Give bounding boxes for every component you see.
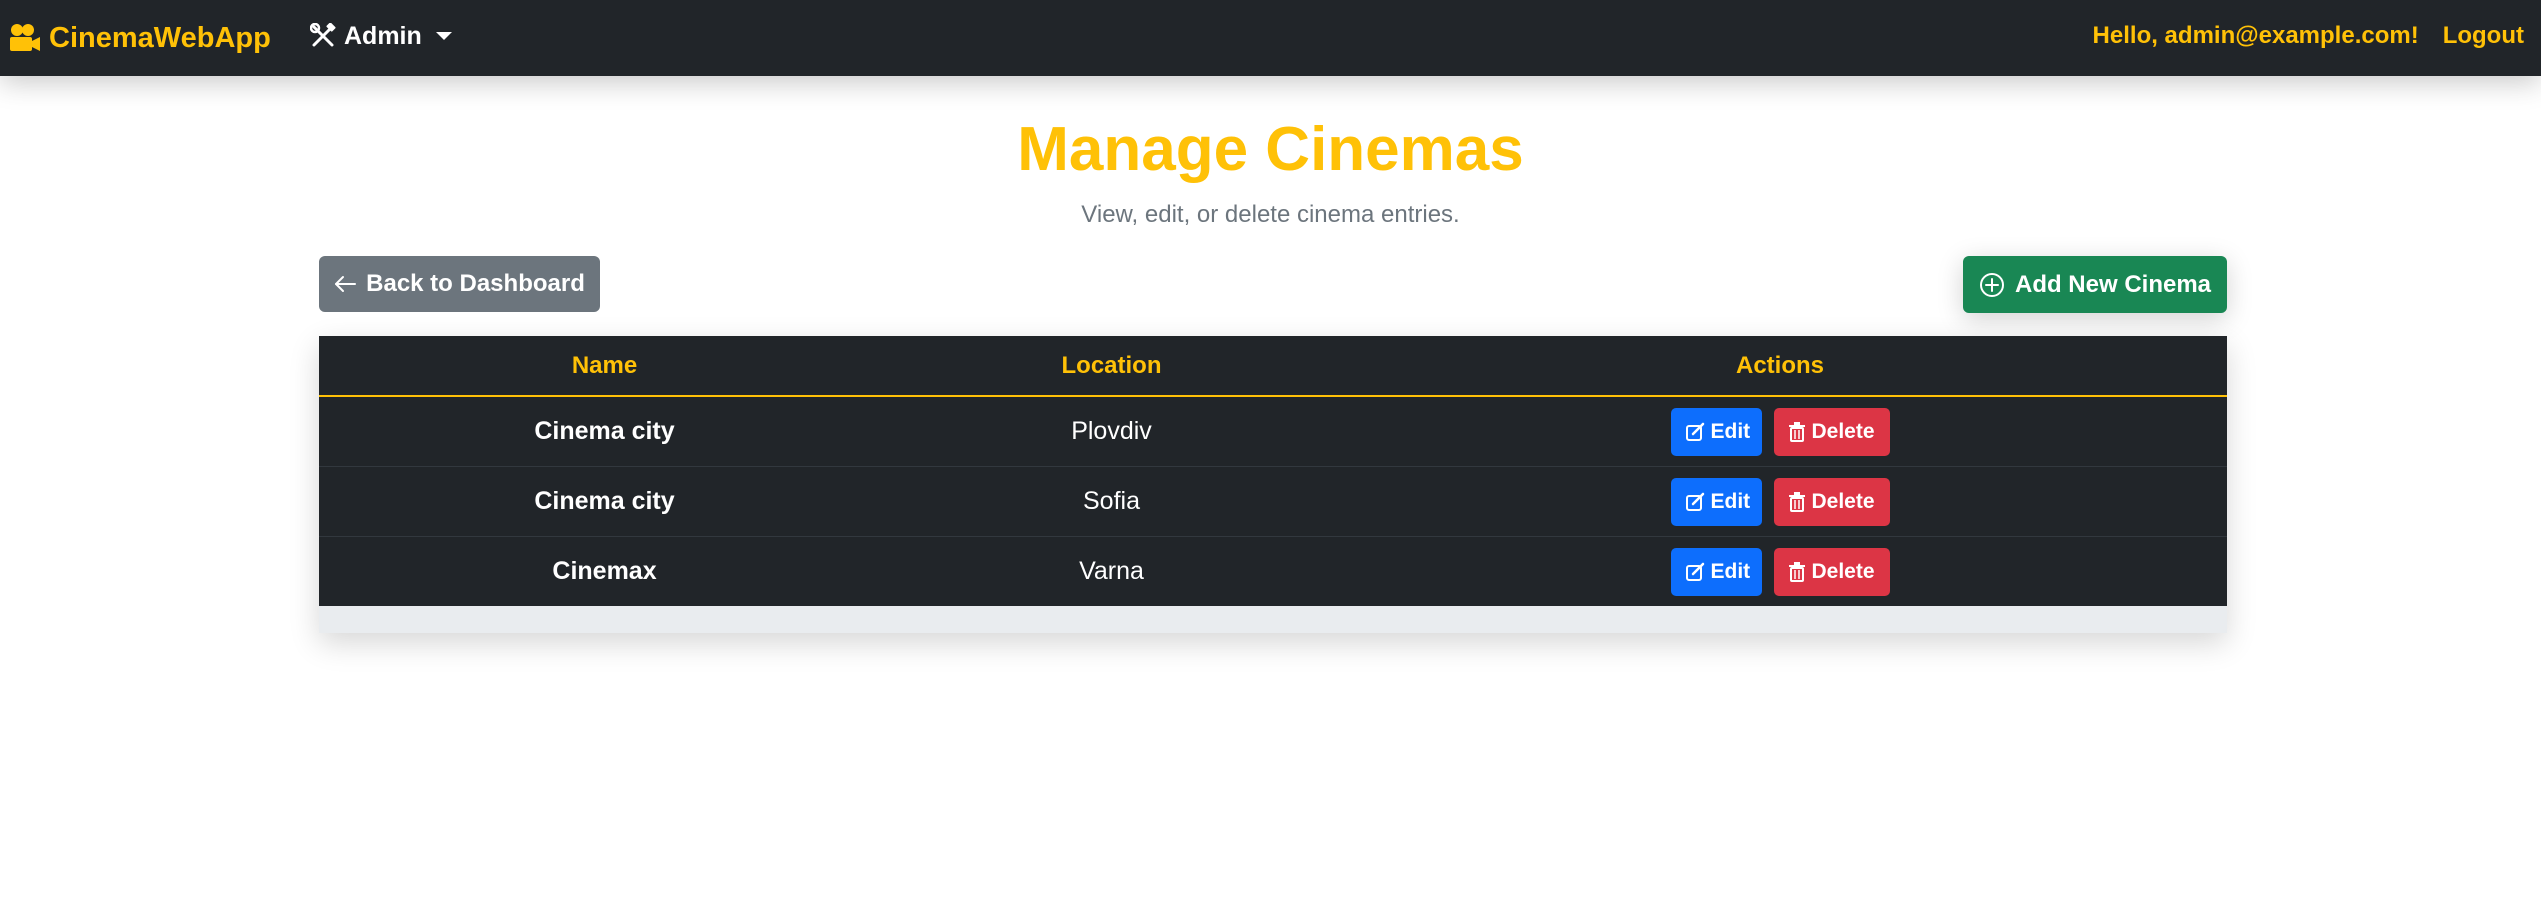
- delete-button[interactable]: Delete: [1773, 547, 1890, 596]
- add-button-label: Add New Cinema: [2014, 270, 2212, 298]
- delete-label: Delete: [1811, 419, 1875, 443]
- cinemas-table-container: Name Location Actions Cinema city Plovdi…: [319, 336, 2227, 633]
- trash-icon: [1788, 491, 1806, 512]
- delete-label: Delete: [1811, 559, 1875, 583]
- table-row: Cinemax Varna Edit Delete: [319, 537, 2227, 607]
- edit-button[interactable]: Edit: [1670, 547, 1762, 596]
- cinema-name: Cinema city: [319, 396, 890, 467]
- edit-label: Edit: [1710, 419, 1751, 443]
- page-subtitle: View, edit, or delete cinema entries.: [1081, 201, 1460, 228]
- user-greeting: Hello, admin@example.com!: [2092, 22, 2419, 49]
- plus-circle-icon: [1979, 272, 2005, 298]
- page-title: Manage Cinemas: [1017, 115, 1524, 184]
- brand-label: CinemaWebApp: [49, 21, 271, 54]
- delete-button[interactable]: Delete: [1773, 477, 1890, 526]
- cinema-name: Cinema city: [319, 466, 890, 537]
- pencil-square-icon: [1685, 562, 1705, 582]
- pencil-square-icon: [1685, 422, 1705, 442]
- column-header-name: Name: [319, 336, 890, 397]
- logout-link[interactable]: Logout: [2443, 22, 2524, 50]
- brand-link[interactable]: CinemaWebApp: [9, 0, 271, 76]
- row-actions: Edit Delete: [1333, 537, 2227, 607]
- top-navbar: CinemaWebApp Admin Hello, admin@example.…: [0, 0, 2541, 76]
- trash-icon: [1788, 561, 1806, 582]
- chevron-down-icon: [435, 32, 452, 40]
- cinema-name: Cinemax: [552, 557, 657, 585]
- edit-button[interactable]: Edit: [1670, 407, 1762, 456]
- table-row: Cinema city Sofia Edit Delete: [319, 466, 2227, 537]
- delete-button[interactable]: Delete: [1773, 407, 1890, 456]
- arrow-left-icon: [334, 275, 357, 293]
- user-area: Hello, admin@example.com! Logout: [2093, 0, 2524, 72]
- cinema-location: Varna: [1079, 557, 1144, 585]
- table-row: Cinema city Plovdiv Edit Delete: [319, 396, 2227, 467]
- edit-button[interactable]: Edit: [1670, 477, 1762, 526]
- row-actions: Edit Delete: [1333, 466, 2227, 537]
- edit-label: Edit: [1710, 559, 1751, 583]
- column-header-location: Location: [890, 336, 1333, 397]
- table-header-row: Name Location Actions: [319, 336, 2227, 397]
- delete-label: Delete: [1811, 489, 1875, 513]
- cinemas-table: Name Location Actions Cinema city Plovdi…: [319, 336, 2227, 606]
- trash-icon: [1788, 421, 1806, 442]
- back-to-dashboard-button[interactable]: Back to Dashboard: [319, 256, 600, 312]
- cinema-location: Plovdiv: [890, 396, 1333, 467]
- camera-reels-icon: [9, 23, 41, 53]
- admin-dropdown[interactable]: Admin: [310, 0, 452, 72]
- back-button-label: Back to Dashboard: [366, 270, 585, 297]
- pencil-square-icon: [1685, 492, 1705, 512]
- edit-label: Edit: [1710, 489, 1751, 513]
- column-header-actions: Actions: [1333, 336, 2227, 397]
- row-actions: Edit Delete: [1333, 396, 2227, 467]
- add-new-cinema-button[interactable]: Add New Cinema: [1963, 256, 2227, 313]
- admin-label: Admin: [344, 21, 422, 50]
- cinema-location: Sofia: [890, 466, 1333, 537]
- tools-icon: [310, 23, 336, 49]
